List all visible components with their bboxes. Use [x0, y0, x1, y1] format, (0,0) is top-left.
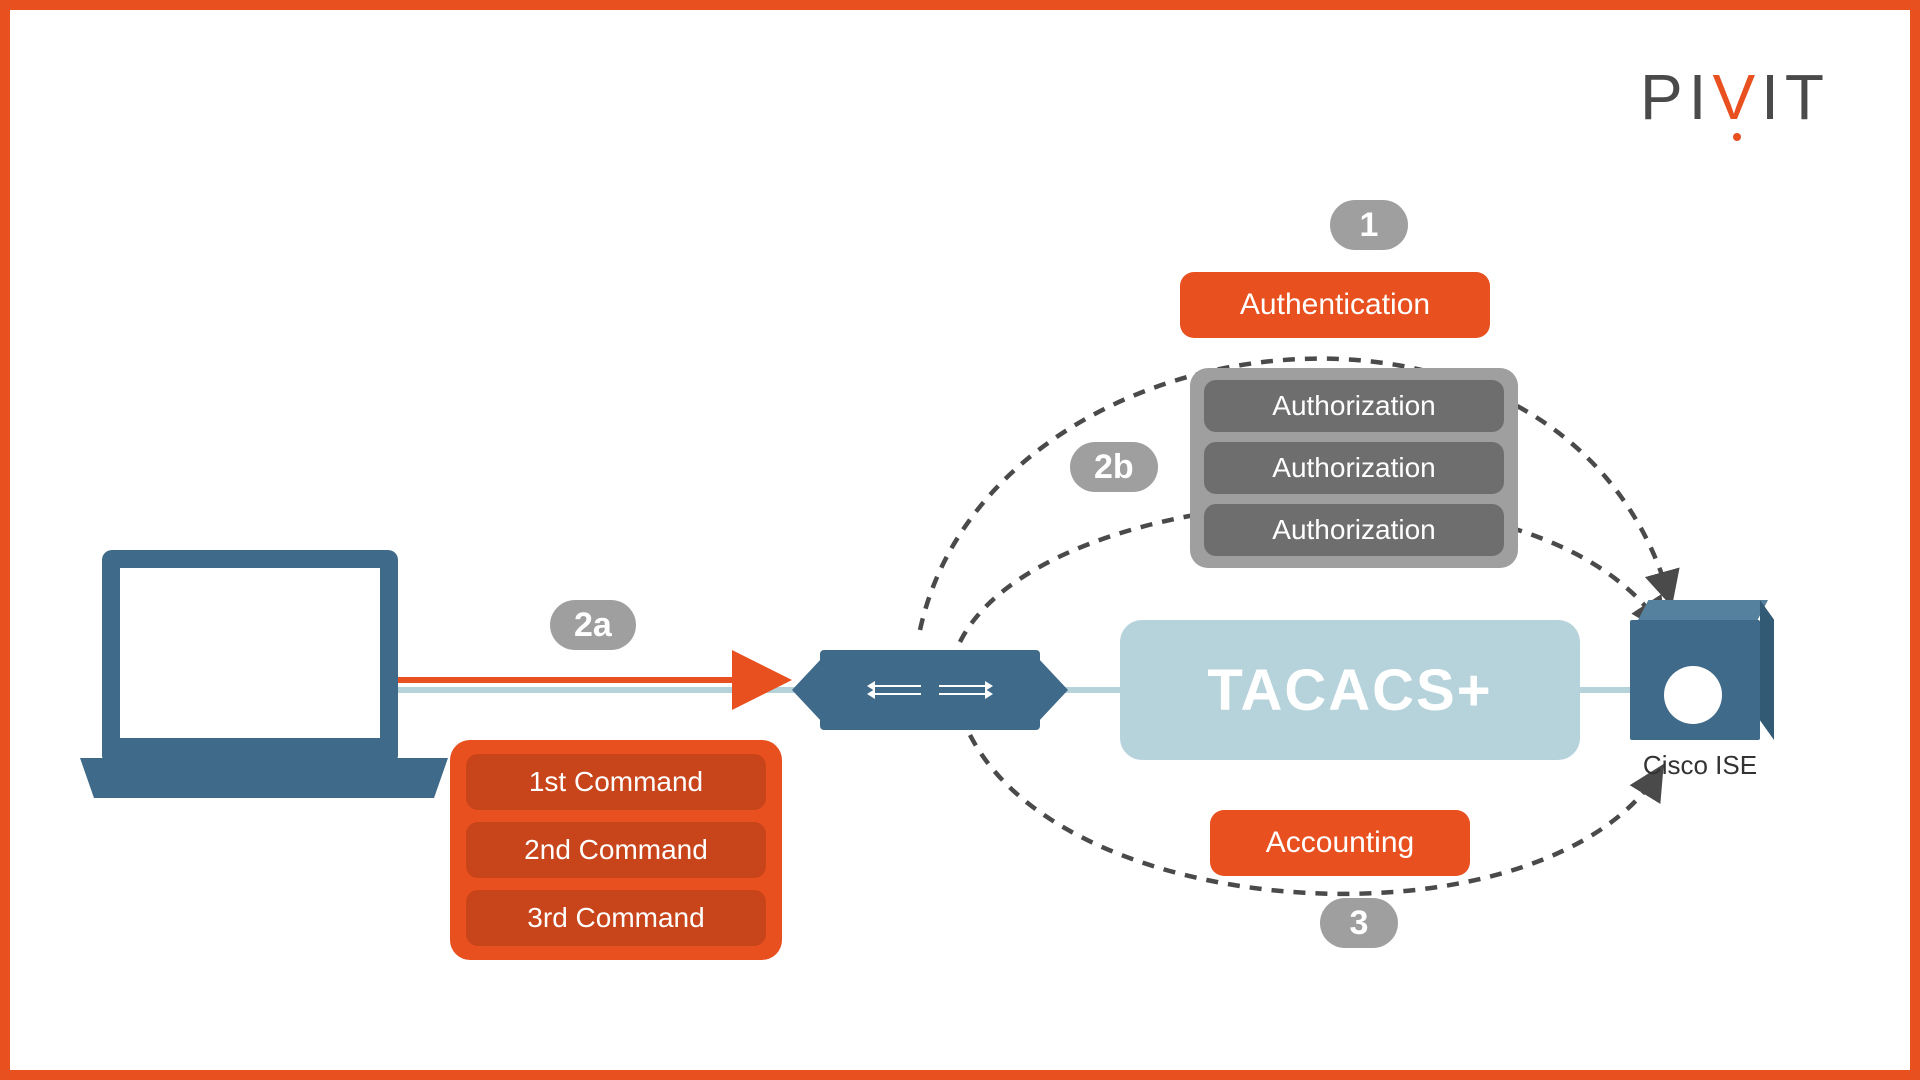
authorization-pill: Authorization: [1204, 380, 1504, 432]
accounting-label: Accounting: [1266, 826, 1414, 859]
authorization-group: Authorization Authorization Authorizatio…: [1190, 368, 1518, 568]
accounting-pill: Accounting: [1210, 810, 1470, 876]
pivit-logo: PIVIT: [1640, 60, 1830, 134]
diagram-canvas: PIVIT SW1: [10, 10, 1910, 1070]
logo-part2: IT: [1761, 61, 1830, 133]
cisco-ise-server-icon: Cisco ISE: [1630, 620, 1760, 770]
laptop-base: [80, 758, 448, 798]
command-pill: 1st Command: [466, 754, 766, 810]
step-badge-2b: 2b: [1070, 442, 1158, 492]
switch-label: SW1: [820, 734, 1040, 773]
logo-accent: V: [1712, 61, 1761, 133]
server-label: Cisco ISE: [1620, 750, 1780, 781]
laptop-screen: [102, 550, 398, 760]
network-switch-icon: SW1: [820, 650, 1040, 730]
tacacs-protocol-box: TACACS+: [1120, 620, 1580, 760]
switch-arrows-icon: [820, 650, 1040, 730]
server-circle-icon: [1664, 666, 1722, 724]
authentication-pill: Authentication: [1180, 272, 1490, 338]
step-badge-3: 3: [1320, 898, 1398, 948]
authentication-label: Authentication: [1240, 288, 1430, 321]
authorization-pill: Authorization: [1204, 442, 1504, 494]
laptop-icon: [90, 550, 410, 798]
step-badge-1: 1: [1330, 200, 1408, 250]
logo-part1: PI: [1640, 61, 1712, 133]
command-pill: 2nd Command: [466, 822, 766, 878]
authorization-pill: Authorization: [1204, 504, 1504, 556]
tacacs-label: TACACS+: [1207, 657, 1492, 724]
command-pill: 3rd Command: [466, 890, 766, 946]
logo-dot-icon: [1733, 133, 1741, 141]
step-badge-2a: 2a: [550, 600, 636, 650]
connections-overlay: [10, 10, 1910, 1070]
commands-group: 1st Command 2nd Command 3rd Command: [450, 740, 782, 960]
